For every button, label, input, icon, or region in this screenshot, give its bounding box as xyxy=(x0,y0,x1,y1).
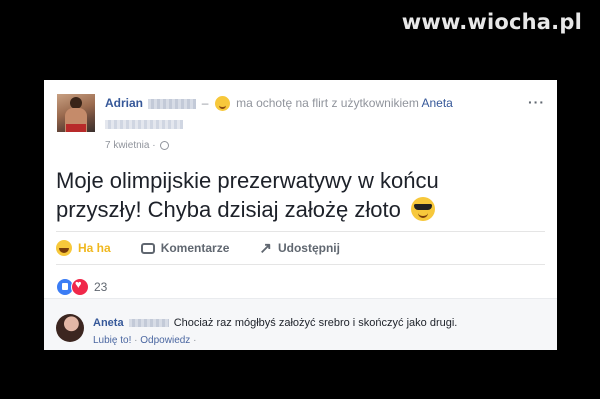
post-text-line-2: przyszły! Chyba dzisiaj założę złoto xyxy=(56,197,401,222)
author-name[interactable]: Adrian xyxy=(105,96,143,110)
action-bar: Ha ha Komentarze ↗ Udostępnij xyxy=(56,234,370,262)
blurred-commenter-surname xyxy=(128,319,169,328)
post-options-icon[interactable]: ··· xyxy=(528,94,545,110)
post-text: Moje olimpijskie prezerwatywy w końcu pr… xyxy=(56,166,536,224)
love-reaction-icon xyxy=(71,278,89,296)
blurred-info xyxy=(105,120,183,129)
comment-like-link[interactable]: Lubię to! xyxy=(93,335,131,346)
share-button[interactable]: ↗ Udostępnij xyxy=(259,241,340,256)
comment-dot-2: · xyxy=(193,335,197,346)
facebook-post-card: Adrian – ma ochotę na flirt z użytkownik… xyxy=(44,80,557,350)
comments-divider xyxy=(44,298,557,299)
haha-label: Ha ha xyxy=(78,241,111,255)
date-separator: · xyxy=(152,140,156,151)
comment-author[interactable]: Aneta xyxy=(93,317,124,329)
reaction-count[interactable]: 23 xyxy=(94,280,107,294)
comment-reply-link[interactable]: Odpowiedz xyxy=(140,335,190,346)
comment-actions: Lubię to! · Odpowiedz · xyxy=(93,335,196,346)
reactions-summary[interactable]: 23 xyxy=(56,278,107,296)
privacy-globe-icon[interactable] xyxy=(160,140,170,150)
sunglasses-emoji-icon xyxy=(410,197,435,221)
haha-button[interactable]: Ha ha xyxy=(56,240,111,256)
dash-separator: – xyxy=(201,96,209,110)
watermark: www.wiocha.pl xyxy=(401,10,582,34)
blurred-surname xyxy=(148,98,197,109)
flirt-emoji-icon xyxy=(214,96,230,112)
comment-label: Komentarze xyxy=(160,241,230,255)
comment-dot: · xyxy=(134,335,138,346)
commenter-avatar[interactable] xyxy=(56,314,84,342)
post-date-text[interactable]: 7 kwietnia xyxy=(105,140,149,151)
feeling-text: ma ochotę na flirt z użytkownikiem xyxy=(236,96,419,110)
comment: Aneta Chociaż raz mógłbyś założyć srebro… xyxy=(93,317,457,329)
share-label: Udostępnij xyxy=(277,241,340,255)
haha-icon xyxy=(56,240,72,256)
author-avatar[interactable] xyxy=(57,94,95,132)
comment-button[interactable]: Komentarze xyxy=(140,241,230,255)
post-date: 7 kwietnia · xyxy=(105,140,170,151)
comment-text: Chociaż raz mógłbyś założyć srebro i sko… xyxy=(173,317,458,329)
comment-icon xyxy=(140,242,155,254)
post-text-line-1: Moje olimpijskie prezerwatywy w końcu xyxy=(56,168,439,193)
divider-top xyxy=(56,231,545,232)
divider-bottom xyxy=(56,264,545,265)
post-header: Adrian – ma ochotę na flirt z użytkownik… xyxy=(105,96,453,112)
tagged-user[interactable]: Aneta xyxy=(422,96,453,110)
share-icon: ↗ xyxy=(259,239,272,257)
